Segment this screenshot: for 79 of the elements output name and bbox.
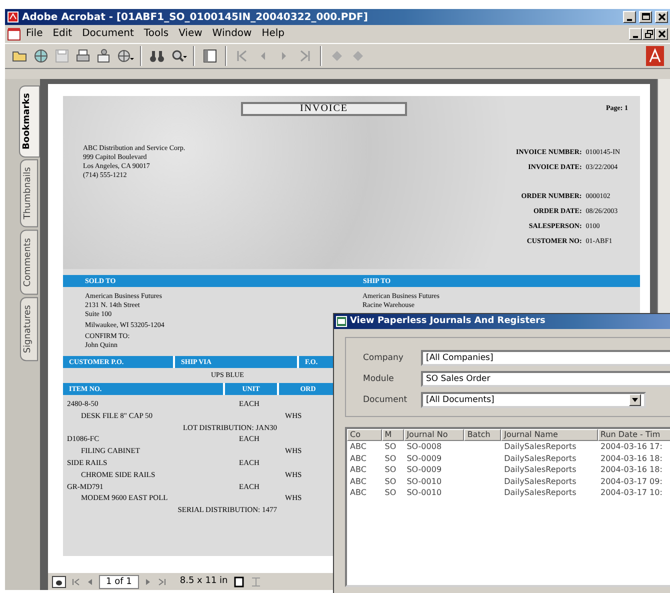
dropdown-field[interactable]: [All Documents] [421, 392, 646, 408]
side-tab[interactable]: Bookmarks [19, 85, 40, 158]
side-tab[interactable]: Comments [20, 230, 38, 295]
menu-item[interactable]: File [21, 27, 48, 41]
document-icon [7, 11, 19, 23]
globe-icon[interactable] [32, 47, 50, 65]
column-header[interactable]: Run Date - Tim [598, 429, 670, 441]
close-button[interactable] [655, 28, 668, 40]
table-cell-text: 2004-03-16 18: [600, 452, 664, 464]
input-field[interactable]: [All Companies] [421, 350, 670, 366]
input-field[interactable]: SO Sales Order [421, 371, 670, 387]
table-cell-text: SO-0009 [406, 452, 443, 464]
table-cell-text: SO [384, 441, 398, 452]
table-cell-text: SO [384, 452, 398, 464]
document-icon [7, 27, 21, 41]
menu-item[interactable]: Tools [138, 27, 174, 41]
table-cell-text: DailySalesReports [503, 441, 578, 452]
logo-icon[interactable] [646, 46, 664, 66]
column-header[interactable]: Journal Name [501, 429, 598, 441]
field-label: Document [363, 394, 408, 406]
table-cell-text: DailySalesReports [503, 464, 578, 476]
table-cell-text: ABC [349, 452, 368, 464]
minimize-icon [633, 36, 638, 38]
menu-item[interactable]: Help [256, 27, 290, 41]
minimize-button[interactable] [623, 11, 636, 23]
menu-item[interactable]: View [174, 27, 208, 41]
menu-item[interactable]: Edit [48, 27, 78, 41]
table-cell-text: DailySalesReports [503, 487, 578, 498]
first-page-icon[interactable] [71, 576, 81, 586]
table-cell-text: DailySalesReports [503, 452, 578, 464]
table-cell-text: SO [384, 464, 398, 476]
maximize-icon [640, 12, 650, 22]
column-header[interactable]: Co [347, 429, 382, 441]
globe-icon[interactable] [116, 47, 134, 65]
next-page-icon[interactable] [144, 576, 152, 586]
app-icon [336, 316, 347, 327]
field-label: Module [363, 372, 395, 386]
restore-button[interactable] [642, 28, 655, 40]
close-button[interactable] [655, 11, 668, 23]
table-cell-text: SO-0010 [406, 476, 443, 487]
table-cell-text: SO-0010 [406, 487, 443, 498]
field-label: Company [363, 352, 404, 364]
menu-item[interactable]: Window [207, 27, 257, 41]
window-title: Adobe Acrobat - [01ABF1_SO_0100145IN_20040322_000.PDF] [22, 10, 369, 24]
navigation-pane-icon[interactable] [201, 47, 219, 65]
invoice-title: INVOICE [241, 102, 407, 116]
table-cell-text: ABC [349, 487, 368, 498]
dialog-title: View Paperless Journals And Registers [350, 314, 546, 328]
close-icon [656, 29, 666, 39]
previous-page-icon[interactable] [86, 576, 94, 586]
table-cell-text: ABC [349, 476, 368, 487]
table-cell-text: SO-0009 [406, 464, 443, 476]
caret-icon [631, 397, 639, 403]
minimize-icon [627, 19, 632, 21]
column-header[interactable]: Batch [464, 429, 502, 441]
restore-icon [644, 29, 654, 39]
table-cell-text: 2004-03-17 09: [600, 476, 664, 487]
table-cell-text: 2004-03-17 10: [600, 487, 664, 498]
table-cell-text: SO-0008 [406, 441, 443, 452]
table-cell-text: ABC [349, 464, 368, 476]
side-tab[interactable]: Thumbnails [20, 159, 38, 228]
side-tab[interactable]: Signatures [20, 296, 38, 361]
minimize-button[interactable] [629, 28, 642, 40]
table-cell-text: SO [384, 487, 398, 498]
table-cell-text: 2004-03-16 17: [600, 441, 664, 452]
table-cell-text: 2004-03-16 18: [600, 464, 664, 476]
table-cell-text: DailySalesReports [503, 476, 578, 487]
column-header[interactable]: M [382, 429, 404, 441]
maximize-button[interactable] [639, 11, 652, 23]
close-icon [656, 12, 666, 22]
table-cell-text: ABC [349, 441, 368, 452]
single-page-icon[interactable] [232, 576, 245, 588]
menu-item[interactable]: Document [77, 27, 139, 41]
last-page-icon[interactable] [156, 576, 167, 586]
column-header[interactable]: Journal No [404, 429, 464, 441]
dropdown-button[interactable] [629, 394, 641, 406]
page-field[interactable]: 1 of 1 [99, 574, 139, 588]
page-size-label: 8.5 x 11 in [180, 574, 228, 588]
table-cell-text: SO [384, 476, 398, 487]
